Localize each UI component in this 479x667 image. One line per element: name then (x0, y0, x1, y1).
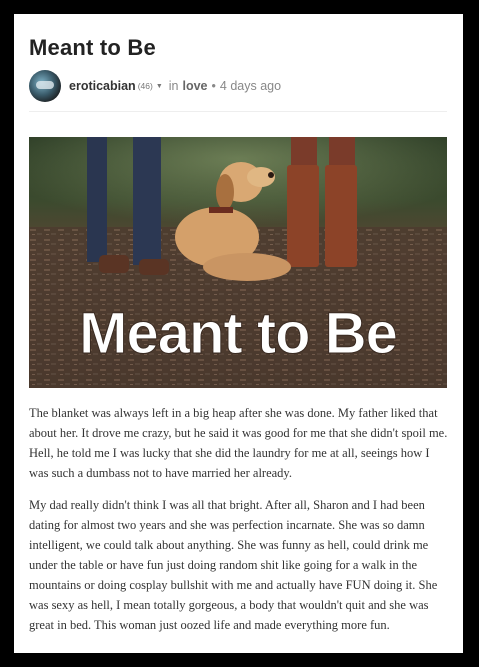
post-meta: eroticabian (46) ▼ in love • 4 days ago (29, 70, 281, 102)
in-label: in (168, 79, 179, 93)
post-page: Meant to Be eroticabian (46) ▼ in love •… (14, 14, 463, 653)
post-body: The blanket was always left in a big hea… (29, 403, 449, 647)
paragraph: The blanket was always left in a big hea… (29, 406, 448, 480)
header-divider (29, 111, 447, 112)
hero-overlay-text: Meant to Be (79, 301, 397, 366)
post-title: Meant to Be (29, 35, 156, 60)
category-link[interactable]: love (182, 79, 207, 93)
chevron-down-icon[interactable]: ▼ (156, 83, 163, 90)
hero-image: Meant to Be (29, 137, 447, 388)
author-avatar[interactable] (29, 70, 61, 102)
meta-separator: • (211, 79, 216, 93)
author-link[interactable]: eroticabian (69, 79, 136, 93)
author-reputation: (46) (137, 81, 153, 91)
post-timestamp[interactable]: 4 days ago (220, 79, 281, 93)
paragraph: My dad really didn't think I was all tha… (29, 498, 438, 632)
